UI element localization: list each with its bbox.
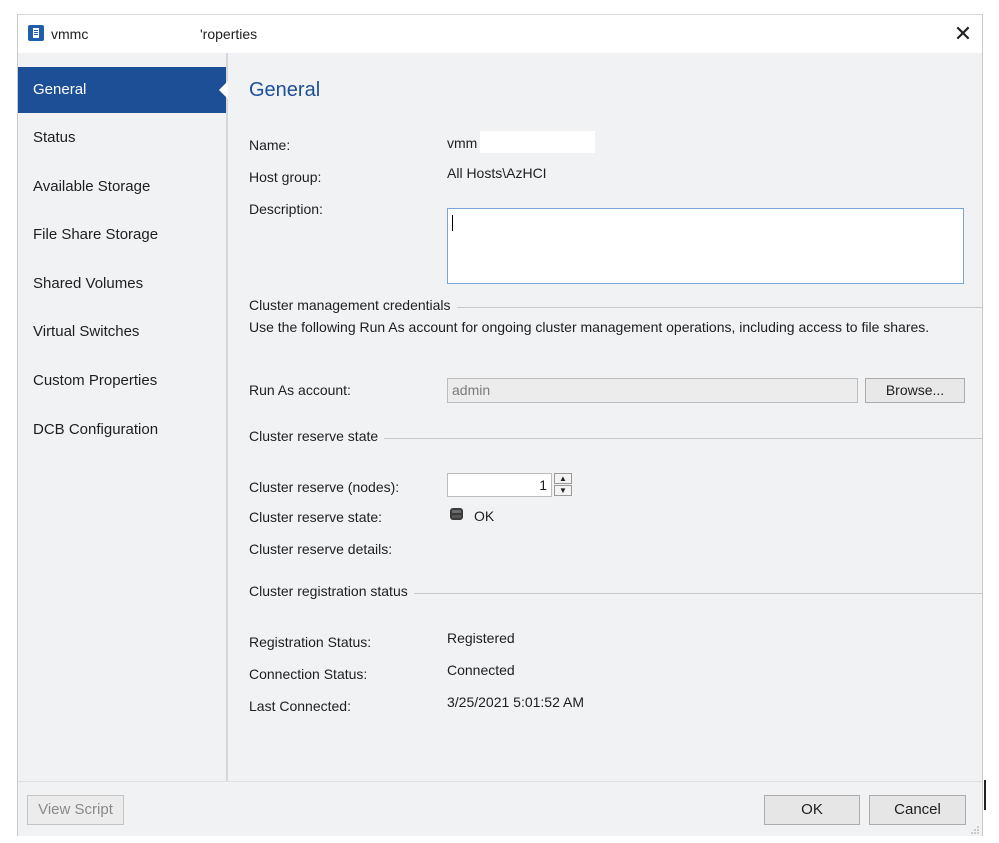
sidebar-item-available-storage[interactable]: Available Storage bbox=[18, 164, 226, 210]
spin-buttons: ▲ ▼ bbox=[554, 473, 574, 497]
section-title: Cluster registration status bbox=[249, 583, 414, 599]
reserve-nodes-value: 1 bbox=[539, 477, 547, 493]
reserve-section-header: Cluster reserve state bbox=[249, 428, 982, 448]
sidebar-item-label: Available Storage bbox=[33, 178, 151, 195]
sidebar-item-dcb-configuration[interactable]: DCB Configuration bbox=[18, 407, 226, 453]
registration-status-label: Registration Status: bbox=[249, 634, 372, 650]
view-script-button[interactable]: View Script bbox=[27, 795, 124, 825]
vmm-app-icon bbox=[28, 25, 44, 41]
credentials-section-header: Cluster management credentials bbox=[249, 297, 982, 317]
name-value: vmm bbox=[447, 135, 478, 151]
server-status-icon bbox=[450, 508, 463, 520]
window-edge bbox=[984, 780, 986, 810]
general-panel: General Name: vmm Host group: All Hosts\… bbox=[228, 53, 982, 781]
browse-button[interactable]: Browse... bbox=[865, 378, 965, 403]
sidebar-item-shared-volumes[interactable]: Shared Volumes bbox=[18, 261, 226, 307]
reserve-nodes-label: Cluster reserve (nodes): bbox=[249, 479, 400, 495]
reserve-details-label: Cluster reserve details: bbox=[249, 541, 393, 557]
description-field[interactable] bbox=[447, 208, 964, 284]
ok-button[interactable]: OK bbox=[764, 795, 860, 825]
sidebar-item-label: Custom Properties bbox=[33, 372, 158, 389]
sidebar: General Status Available Storage File Sh… bbox=[18, 53, 228, 781]
reserve-nodes-stepper[interactable]: 1 bbox=[447, 473, 552, 497]
connection-status-label: Connection Status: bbox=[249, 666, 368, 682]
reserve-state-value: OK bbox=[474, 508, 495, 524]
window-title-suffix: 'roperties bbox=[200, 26, 258, 42]
reserve-state-label: Cluster reserve state: bbox=[249, 509, 383, 525]
redacted-region bbox=[480, 131, 595, 153]
last-connected-value: 3/25/2021 5:01:52 AM bbox=[447, 694, 584, 710]
redacted-region bbox=[98, 15, 200, 47]
title-bar: vmmc 'roperties ✕ bbox=[18, 15, 982, 53]
close-icon[interactable]: ✕ bbox=[948, 19, 978, 49]
sidebar-item-status[interactable]: Status bbox=[18, 115, 226, 161]
runas-account-field: admin bbox=[447, 378, 858, 403]
sidebar-item-label: Shared Volumes bbox=[33, 275, 144, 292]
sidebar-item-label: General bbox=[33, 81, 87, 98]
page-title: General bbox=[249, 79, 321, 101]
sidebar-item-virtual-switches[interactable]: Virtual Switches bbox=[18, 309, 226, 355]
sidebar-item-label: Virtual Switches bbox=[33, 323, 140, 340]
sidebar-item-label: DCB Configuration bbox=[33, 421, 159, 438]
host-group-label: Host group: bbox=[249, 169, 322, 185]
spin-down-icon[interactable]: ▼ bbox=[554, 485, 572, 496]
sidebar-item-general[interactable]: General bbox=[18, 67, 226, 113]
credentials-description: Use the following Run As account for ong… bbox=[249, 319, 930, 335]
selection-arrow-icon bbox=[219, 81, 228, 99]
last-connected-label: Last Connected: bbox=[249, 698, 351, 714]
spin-up-icon[interactable]: ▲ bbox=[554, 473, 572, 484]
section-title: Cluster management credentials bbox=[249, 297, 457, 313]
section-title: Cluster reserve state bbox=[249, 428, 385, 444]
registration-status-value: Registered bbox=[447, 630, 515, 646]
cancel-button[interactable]: Cancel bbox=[869, 795, 966, 825]
host-group-value: All Hosts\AzHCI bbox=[447, 165, 547, 181]
sidebar-item-file-share-storage[interactable]: File Share Storage bbox=[18, 212, 226, 258]
text-caret bbox=[452, 215, 453, 231]
connection-status-value: Connected bbox=[447, 662, 515, 678]
runas-label: Run As account: bbox=[249, 382, 351, 398]
sidebar-item-custom-properties[interactable]: Custom Properties bbox=[18, 358, 226, 404]
resize-grip-icon[interactable] bbox=[970, 825, 980, 835]
registration-section-header: Cluster registration status bbox=[249, 583, 982, 603]
name-label: Name: bbox=[249, 137, 291, 153]
window-title: vmmc bbox=[51, 26, 89, 42]
dialog-footer: View Script OK Cancel bbox=[18, 781, 982, 836]
description-label: Description: bbox=[249, 201, 323, 217]
properties-dialog: vmmc 'roperties ✕ General Status Availab… bbox=[17, 14, 983, 836]
sidebar-item-label: File Share Storage bbox=[33, 226, 159, 243]
sidebar-item-label: Status bbox=[33, 129, 76, 146]
